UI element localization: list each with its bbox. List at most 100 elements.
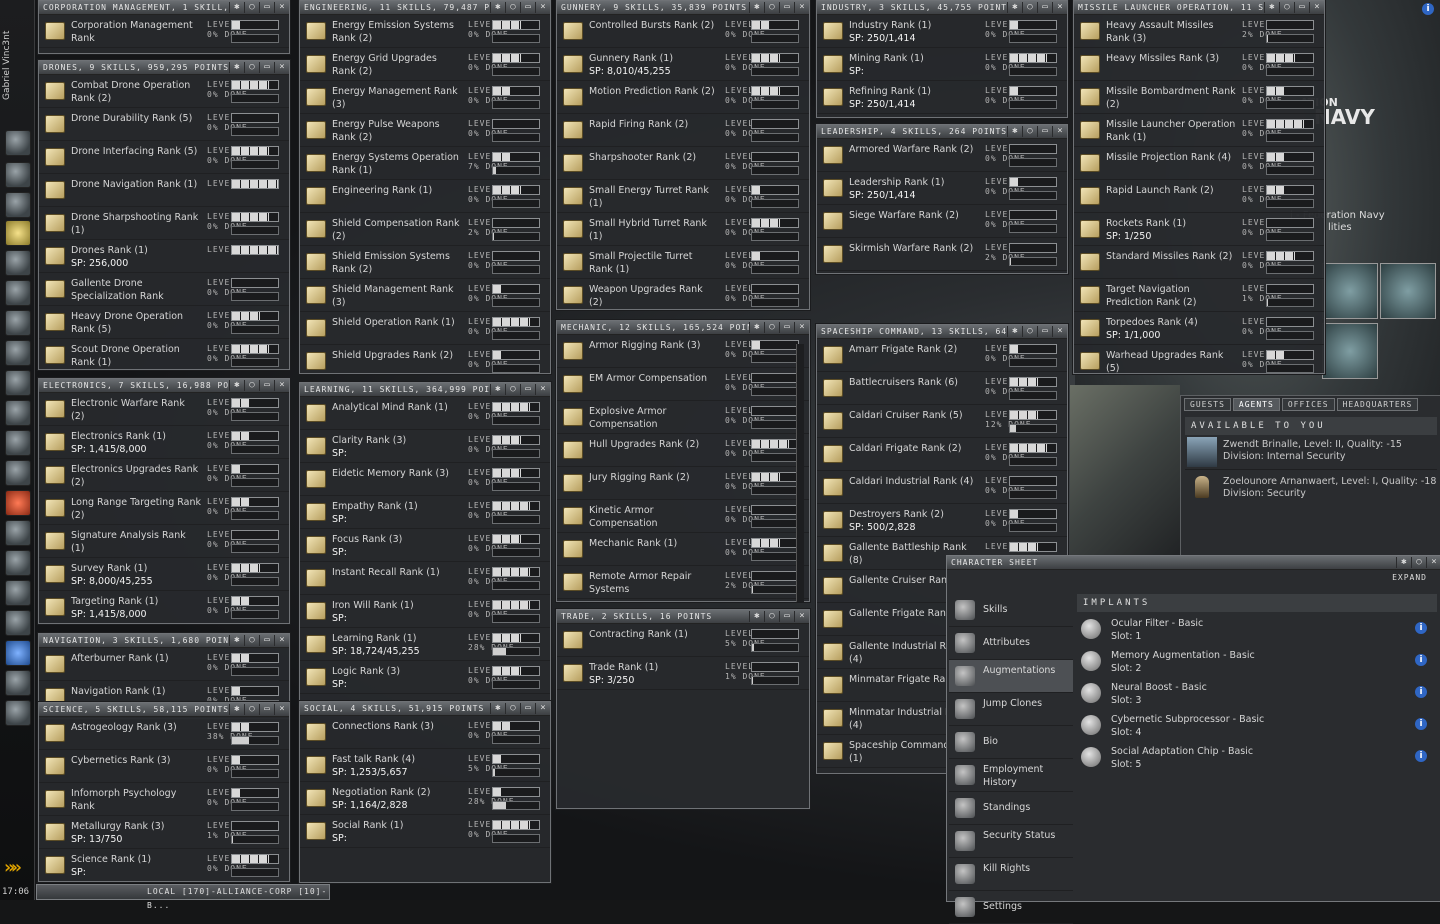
skill-row[interactable]: Caldari Industrial Rank (4)LEVEL00% DONE xyxy=(817,471,1067,504)
skill-row[interactable]: Gunnery Rank (1)SP: 8,010/45,255LEVEL30%… xyxy=(557,48,809,81)
close-icon[interactable]: × xyxy=(274,704,289,715)
cargo-icon[interactable] xyxy=(5,400,31,426)
window-header[interactable]: TRADE, 2 SKILLS, 16 POINTS✱○▭× xyxy=(557,610,809,624)
info-icon[interactable]: i xyxy=(1415,622,1427,634)
close-icon[interactable]: × xyxy=(274,635,289,646)
notepad-icon[interactable] xyxy=(5,220,31,246)
skill-row[interactable]: Fast talk Rank (4)SP: 1,253/5,657LEVEL15… xyxy=(300,749,550,782)
skill-row[interactable]: Mining Rank (1)SP:LEVEL40% DONE xyxy=(817,48,1067,81)
skill-row[interactable]: Torpedoes Rank (4)SP: 1/1,000LEVEL00% DO… xyxy=(1074,312,1324,345)
close-icon[interactable]: × xyxy=(794,322,809,333)
skill-row[interactable]: Energy Emission Systems Rank (2)LEVEL30%… xyxy=(300,15,550,48)
skill-row[interactable]: Connections Rank (3)LEVEL20% DONE xyxy=(300,716,550,749)
skill-row[interactable]: Amarr Frigate Rank (2)LEVEL10% DONE xyxy=(817,339,1067,372)
info-icon[interactable]: i xyxy=(1415,718,1427,730)
skill-row[interactable]: Industry Rank (1)SP: 250/1,414LEVEL10% D… xyxy=(817,15,1067,48)
tab-guests[interactable]: GUESTS xyxy=(1184,398,1231,411)
help-icon[interactable] xyxy=(5,490,31,516)
skill-row[interactable]: Instant Recall Rank (1)LEVEL40% DONE xyxy=(300,562,550,595)
skill-row[interactable]: Drone Interfacing Rank (5)LEVEL40% DONE xyxy=(39,141,289,174)
minimize-icon[interactable]: ○ xyxy=(764,611,779,622)
nav-item-skills[interactable]: Skills xyxy=(949,594,1073,627)
minimize-icon[interactable]: ○ xyxy=(505,2,520,13)
skill-row[interactable]: Drone Durability Rank (5)LEVEL00% DONE xyxy=(39,108,289,141)
restore-icon[interactable]: ▭ xyxy=(259,380,274,391)
drones-icon[interactable] xyxy=(5,700,31,726)
skill-row[interactable]: Trade Rank (1)SP: 3/250LEVEL01% DONE xyxy=(557,657,809,690)
pin-icon[interactable]: ✱ xyxy=(229,62,244,73)
minimize-icon[interactable]: ○ xyxy=(505,703,520,714)
skill-row[interactable]: Small Projectile Turret Rank (1)LEVEL10%… xyxy=(557,246,809,279)
skill-row[interactable]: Battlecruisers Rank (6)LEVEL30% DONE xyxy=(817,372,1067,405)
skill-row[interactable]: Controlled Bursts Rank (2)LEVEL20% DONE xyxy=(557,15,809,48)
skill-row[interactable]: Warhead Upgrades Rank (5)LEVEL20% DONE xyxy=(1074,345,1324,374)
restore-icon[interactable]: ▭ xyxy=(520,2,535,13)
assets-icon[interactable] xyxy=(5,460,31,486)
minimize-icon[interactable]: ○ xyxy=(244,2,259,13)
skill-row[interactable]: Targeting Rank (1)SP: 1,415/8,000LEVEL20… xyxy=(39,591,289,624)
minimize-icon[interactable]: ○ xyxy=(505,384,520,395)
skill-row[interactable]: Iron Will Rank (1)SP:LEVEL40% DONE xyxy=(300,595,550,628)
skill-row[interactable]: Small Energy Turret Rank (1)LEVEL10% DON… xyxy=(557,180,809,213)
skill-row[interactable]: Shield Upgrades Rank (2)LEVEL10% DONE xyxy=(300,345,550,374)
window-header[interactable]: NAVIGATION, 3 SKILLS, 1,680 POINTS✱○▭× xyxy=(39,634,289,648)
pin-icon[interactable]: ✱ xyxy=(490,703,505,714)
skill-row[interactable]: Heavy Assault Missiles Rank (3)LEVEL02% … xyxy=(1074,15,1324,48)
info-icon[interactable]: i xyxy=(1415,654,1427,666)
pin-icon[interactable]: ✱ xyxy=(229,380,244,391)
people-icon[interactable] xyxy=(5,162,31,188)
skill-row[interactable]: Leadership Rank (1)SP: 250/1,414LEVEL10%… xyxy=(817,172,1067,205)
skill-row[interactable]: Skirmish Warfare Rank (2)LEVEL02% DONE xyxy=(817,238,1067,271)
close-icon[interactable]: × xyxy=(794,611,809,622)
fitting-icon[interactable] xyxy=(5,370,31,396)
skill-row[interactable]: Armored Warfare Rank (2)LEVEL00% DONE xyxy=(817,139,1067,172)
market-icon[interactable] xyxy=(5,580,31,606)
implant-row[interactable]: Memory Augmentation - BasicSlot: 2i xyxy=(1077,646,1437,678)
skill-row[interactable]: Engineering Rank (1)LEVEL30% DONE xyxy=(300,180,550,213)
skill-row[interactable]: Electronic Warfare Rank (2)LEVEL20% DONE xyxy=(39,393,289,426)
info-book-icon[interactable] xyxy=(5,640,31,666)
map-icon[interactable] xyxy=(5,280,31,306)
skills-icon[interactable] xyxy=(5,430,31,456)
skill-row[interactable]: Rapid Firing Rank (2)LEVEL00% DONE xyxy=(557,114,809,147)
window-header[interactable]: ELECTRONICS, 7 SKILLS, 16,988 POINTS✱○▭× xyxy=(39,379,289,393)
skill-row[interactable]: Science Rank (1)SP:LEVEL40% DONE xyxy=(39,849,289,882)
skill-row[interactable]: Energy Management Rank (3)LEVEL20% DONE xyxy=(300,81,550,114)
skill-row[interactable]: Heavy Drone Operation Rank (5)LEVEL30% D… xyxy=(39,306,289,339)
implant-row[interactable]: Cybernetic Subprocessor - BasicSlot: 4i xyxy=(1077,710,1437,742)
close-icon[interactable]: × xyxy=(1309,2,1324,13)
skill-row[interactable]: Shield Emission Systems Rank (2)LEVEL00%… xyxy=(300,246,550,279)
implant-row[interactable]: Neural Boost - BasicSlot: 3i xyxy=(1077,678,1437,710)
skill-row[interactable]: Electronics Upgrades Rank (2)LEVEL10% DO… xyxy=(39,459,289,492)
skill-row[interactable]: Armor Rigging Rank (3)LEVEL10% DONE xyxy=(557,335,809,368)
window-header[interactable]: LEARNING, 11 SKILLS, 364,999 POINTS✱○▭× xyxy=(300,383,550,397)
skill-row[interactable]: Missile Projection Rank (4)LEVEL20% DONE xyxy=(1074,147,1324,180)
pin-icon[interactable]: ✱ xyxy=(1264,2,1279,13)
restore-icon[interactable]: ▭ xyxy=(520,384,535,395)
window-header[interactable]: LEADERSHIP, 4 SKILLS, 264 POINTS✱○▭× xyxy=(817,125,1067,139)
skill-row[interactable]: Energy Grid Upgrades Rank (2)LEVEL30% DO… xyxy=(300,48,550,81)
skill-row[interactable]: Mechanic Rank (1)LEVEL30% DONE xyxy=(557,533,809,566)
skill-row[interactable]: Jury Rigging Rank (2)LEVEL30% DONE xyxy=(557,467,809,500)
skill-row[interactable]: Afterburner Rank (1)LEVEL20% DONE xyxy=(39,648,289,681)
restore-icon[interactable]: ▭ xyxy=(779,611,794,622)
skill-row[interactable]: Refining Rank (1)SP: 250/1,414LEVEL10% D… xyxy=(817,81,1067,114)
close-icon[interactable]: × xyxy=(535,703,550,714)
window-header[interactable]: MISSILE LAUNCHER OPERATION, 11 SKIL✱○▭× xyxy=(1074,1,1324,15)
skill-row[interactable]: Caldari Frigate Rank (2)LEVEL40% DONE xyxy=(817,438,1067,471)
window-header[interactable]: CORPORATION MANAGEMENT, 1 SKILL, 2✱○▭× xyxy=(39,1,289,15)
pin-icon[interactable]: ✱ xyxy=(229,704,244,715)
skill-row[interactable]: Negotiation Rank (2)SP: 1,164/2,828LEVEL… xyxy=(300,782,550,815)
skill-row[interactable]: Missile Launcher Operation Rank (1)LEVEL… xyxy=(1074,114,1324,147)
skill-row[interactable]: Motion Prediction Rank (2)LEVEL30% DONE xyxy=(557,81,809,114)
restore-icon[interactable]: ▭ xyxy=(1037,126,1052,137)
expand-chevrons-icon[interactable]: »» xyxy=(4,857,18,878)
skill-row[interactable]: Infomorph Psychology RankLEVEL10% DONE xyxy=(39,783,289,816)
minimize-icon[interactable]: ○ xyxy=(244,704,259,715)
skill-row[interactable]: Long Range Targeting Rank (2)LEVEL20% DO… xyxy=(39,492,289,525)
skill-row[interactable]: Standard Missiles Rank (2)LEVEL30% DONE xyxy=(1074,246,1324,279)
pin-icon[interactable]: ✱ xyxy=(1007,326,1022,337)
skill-row[interactable]: Learning Rank (1)SP: 18,724/45,255LEVEL3… xyxy=(300,628,550,661)
corp-button-c[interactable] xyxy=(1322,323,1378,379)
pin-icon[interactable]: ✱ xyxy=(1396,557,1411,568)
